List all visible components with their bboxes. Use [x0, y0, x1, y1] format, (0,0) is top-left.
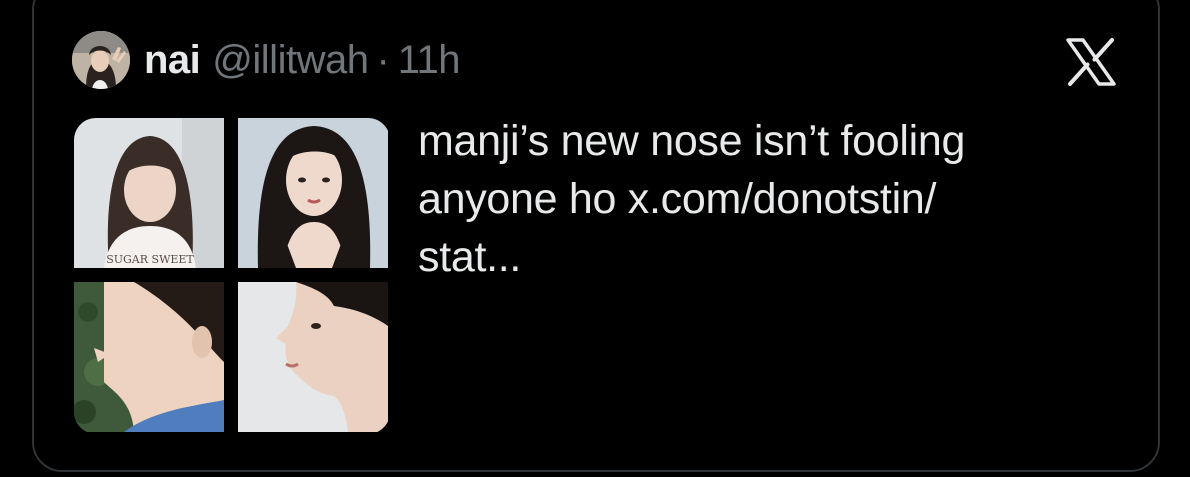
photo-bottom-right[interactable]	[238, 282, 388, 432]
author-handle[interactable]: @illitwah	[212, 38, 369, 83]
shirt-print: SUGAR SWEET	[106, 253, 194, 266]
author-name[interactable]: nai	[144, 38, 201, 83]
x-logo-icon	[1066, 38, 1116, 86]
photo-bottom-left[interactable]	[74, 282, 224, 432]
avatar-image	[72, 31, 130, 89]
timestamp[interactable]: 11h	[398, 38, 461, 83]
photo-top-left[interactable]: SUGAR SWEET	[74, 118, 224, 268]
media-grid[interactable]: SUGAR SWEET	[74, 118, 390, 434]
avatar[interactable]	[72, 31, 130, 89]
separator-dot: ·	[376, 37, 390, 82]
photo-top-right[interactable]	[238, 118, 388, 268]
tweet-text: manji’s new nose isn’t fooling anyone ho…	[418, 117, 966, 281]
tweet-header: nai @illitwah · 11h	[72, 28, 461, 92]
